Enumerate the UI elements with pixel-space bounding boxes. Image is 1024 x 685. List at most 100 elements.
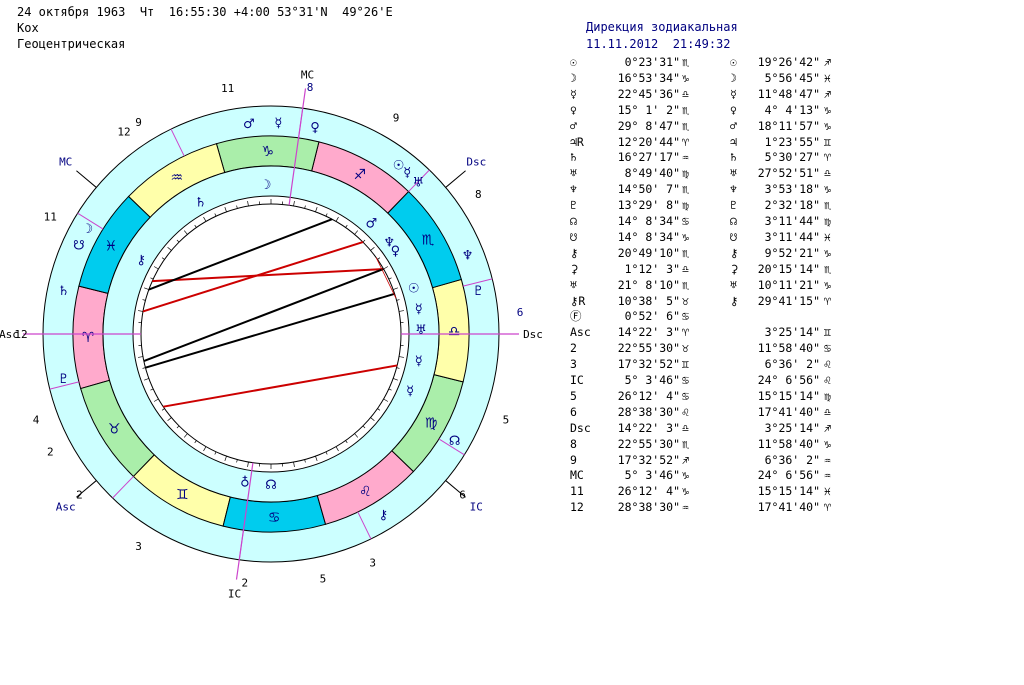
zodiac-sign-glyph: ♊	[176, 487, 189, 503]
natal-planet-glyph: ♁	[240, 476, 250, 491]
directed-planet-glyph: ♂	[243, 117, 255, 132]
row-point-label: ♇	[570, 198, 577, 213]
row-natal-position: 13°29' 8"	[617, 198, 680, 213]
row-natal-sign: ♒	[682, 150, 689, 165]
row-direction-sign: ♍	[824, 388, 831, 403]
directed-axis-line	[76, 170, 97, 188]
zodiac-sign-glyph: ♋	[268, 510, 281, 526]
house-number: 11	[44, 211, 57, 224]
row-direction-sign: ♑	[824, 436, 831, 451]
row-natal-position: 22°55'30"	[617, 436, 680, 451]
natal-planet-glyph: ♅	[415, 323, 427, 338]
directed-planet-glyph: ☿	[274, 116, 282, 131]
row-natal-sign: ♏	[682, 277, 689, 292]
row-direction-label: ♅	[730, 277, 737, 292]
row-natal-sign: ♑	[682, 229, 689, 244]
row-direction-sign: ♊	[824, 325, 831, 340]
row-natal-sign: ♏	[682, 55, 689, 69]
row-natal-position: 5° 3'46"	[624, 373, 680, 387]
row-natal-sign: ♋	[682, 214, 689, 228]
row-natal-position: 21° 8'10"	[617, 277, 680, 292]
row-natal-position: 12°20'44"	[617, 134, 680, 149]
row-direction-sign: ♈	[824, 500, 831, 515]
row-direction-position: 24° 6'56"	[757, 468, 820, 483]
row-natal-sign: ♐	[682, 452, 689, 467]
row-natal-sign: ♋	[682, 373, 689, 387]
row-natal-sign: ♉	[682, 341, 689, 356]
row-point-label: 8	[570, 436, 577, 451]
row-natal-position: 17°32'52"	[617, 357, 680, 372]
row-direction-sign: ♈	[824, 293, 831, 308]
row-natal-position: 0°23'31"	[624, 55, 680, 69]
zodiac-sign-glyph: ♍	[425, 416, 438, 432]
row-direction-sign: ♎	[824, 404, 831, 419]
natal-planet-glyph: ☽	[260, 178, 272, 193]
row-natal-position: 5° 3'46"	[624, 468, 680, 483]
zodiac-sign-glyph: ♓	[105, 238, 118, 254]
row-point-label: ♂	[570, 118, 577, 133]
directed-axis-label: MC	[59, 156, 72, 169]
row-natal-sign: ♊	[682, 357, 689, 372]
row-point-label: ☉	[570, 55, 577, 69]
ic-axis-label: IC	[228, 587, 241, 600]
row-direction-label: ♆	[730, 182, 737, 197]
row-direction-sign: ♓	[824, 229, 831, 244]
row-direction-label: ♇	[730, 198, 737, 213]
row-direction-position: 24° 6'56"	[757, 373, 820, 387]
row-direction-label: ♃	[730, 134, 737, 149]
row-direction-sign: ♒	[824, 452, 831, 467]
row-point-label: 3	[570, 357, 577, 372]
row-natal-sign: ♉	[682, 293, 689, 308]
row-direction-sign: ♏	[824, 261, 831, 276]
row-direction-position: 15°15'14"	[757, 388, 820, 403]
row-point-label: Asc	[570, 325, 591, 340]
row-direction-position: 10°11'21"	[757, 277, 820, 292]
row-natal-sign: ♋	[682, 388, 689, 403]
directed-axis-label: Dsc	[466, 156, 486, 169]
row-natal-position: 20°49'10"	[617, 245, 680, 260]
row-natal-position: 16°53'34"	[617, 70, 680, 85]
zodiac-sign-glyph: ♌	[359, 484, 372, 500]
row-natal-sign: ♈	[682, 325, 689, 340]
house-number: 2	[47, 445, 54, 458]
row-natal-sign: ♑	[682, 468, 689, 483]
row-point-label: ♆	[570, 182, 577, 197]
row-natal-sign: ♏	[682, 102, 689, 117]
row-point-label: ☊	[570, 214, 577, 228]
house-number: 2	[76, 489, 83, 502]
row-direction-sign: ♌	[824, 373, 831, 387]
row-point-label: MC	[570, 468, 584, 483]
row-direction-position: 4° 4'13"	[764, 102, 820, 117]
row-direction-label: ♀	[730, 102, 737, 117]
mc-axis-label: MC	[301, 69, 314, 82]
table-title: Дирекция зодиакальная	[586, 20, 738, 34]
row-direction-sign: ♑	[824, 118, 831, 133]
row-point-label: 12	[570, 500, 584, 515]
zodiac-sign-glyph: ♏	[422, 233, 435, 249]
directed-planet-glyph: ☋	[73, 238, 85, 253]
natal-planet-glyph: ☉	[408, 282, 420, 297]
row-natal-sign: ♏	[682, 118, 689, 133]
row-natal-position: 22°45'36"	[617, 86, 680, 101]
row-direction-label: ⚷	[730, 293, 739, 308]
row-direction-sign: ♓	[824, 70, 831, 85]
directed-planet-glyph: ♀	[310, 121, 320, 136]
row-natal-position: 14° 8'34"	[617, 229, 680, 244]
row-natal-position: 16°27'17"	[617, 150, 680, 165]
row-direction-sign: ♐	[824, 55, 831, 69]
row-direction-label: ☉	[730, 55, 737, 69]
row-point-label: 2	[570, 341, 577, 356]
directed-axis-label: IC	[470, 500, 483, 513]
row-natal-sign: ♌	[682, 404, 689, 419]
row-direction-sign: ♏	[824, 198, 831, 213]
row-natal-position: 14°22' 3"	[617, 420, 680, 435]
row-natal-sign: ♒	[682, 500, 689, 515]
row-direction-position: 19°26'42"	[757, 55, 820, 69]
directed-planet-glyph: ♇	[473, 284, 485, 299]
row-direction-sign: ♌	[824, 357, 831, 372]
row-point-label: ♅	[570, 277, 577, 292]
row-natal-sign: ♑	[682, 70, 689, 85]
house-number: 5	[320, 573, 327, 586]
row-direction-position: 3°25'14"	[764, 325, 820, 340]
directed-planet-glyph: ☽	[82, 222, 94, 237]
